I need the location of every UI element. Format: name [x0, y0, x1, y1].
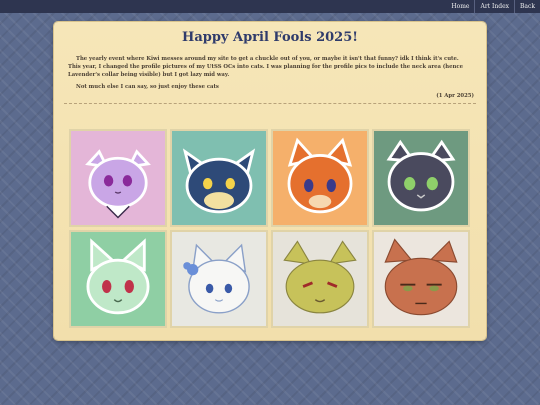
white-flower-cat-icon	[172, 232, 266, 326]
cat-gallery	[69, 129, 470, 328]
gallery-item[interactable]	[69, 129, 167, 227]
green-cat-icon	[71, 232, 165, 326]
orange-cat-icon	[273, 131, 367, 225]
gallery-item[interactable]	[372, 129, 470, 227]
dark-blue-cat-icon	[172, 131, 266, 225]
gallery-item[interactable]	[170, 230, 268, 328]
gallery-item[interactable]	[271, 230, 369, 328]
yellow-cat-sketch-icon	[273, 232, 367, 326]
post-description: The yearly event where Kiwi messes aroun…	[68, 56, 463, 78]
top-nav: Home Art Index Back	[0, 0, 540, 13]
nav-art-index-link[interactable]: Art Index	[474, 0, 514, 13]
post-note: Not much else I can say, so just enjoy t…	[76, 84, 219, 90]
gallery-item[interactable]	[69, 230, 167, 328]
post-card: Happy April Fools 2025! The yearly event…	[54, 22, 486, 340]
nav-back-link[interactable]: Back	[514, 0, 540, 13]
gallery-item[interactable]	[271, 129, 369, 227]
gallery-item[interactable]	[170, 129, 268, 227]
gallery-item[interactable]	[372, 230, 470, 328]
lavender-cat-icon	[71, 131, 165, 225]
red-cat-sketch-icon	[374, 232, 468, 326]
gray-cat-icon	[374, 131, 468, 225]
nav-home-link[interactable]: Home	[446, 0, 474, 13]
page-title: Happy April Fools 2025!	[182, 30, 358, 45]
post-date: (1 Apr 2025)	[436, 93, 474, 99]
divider	[64, 103, 476, 104]
